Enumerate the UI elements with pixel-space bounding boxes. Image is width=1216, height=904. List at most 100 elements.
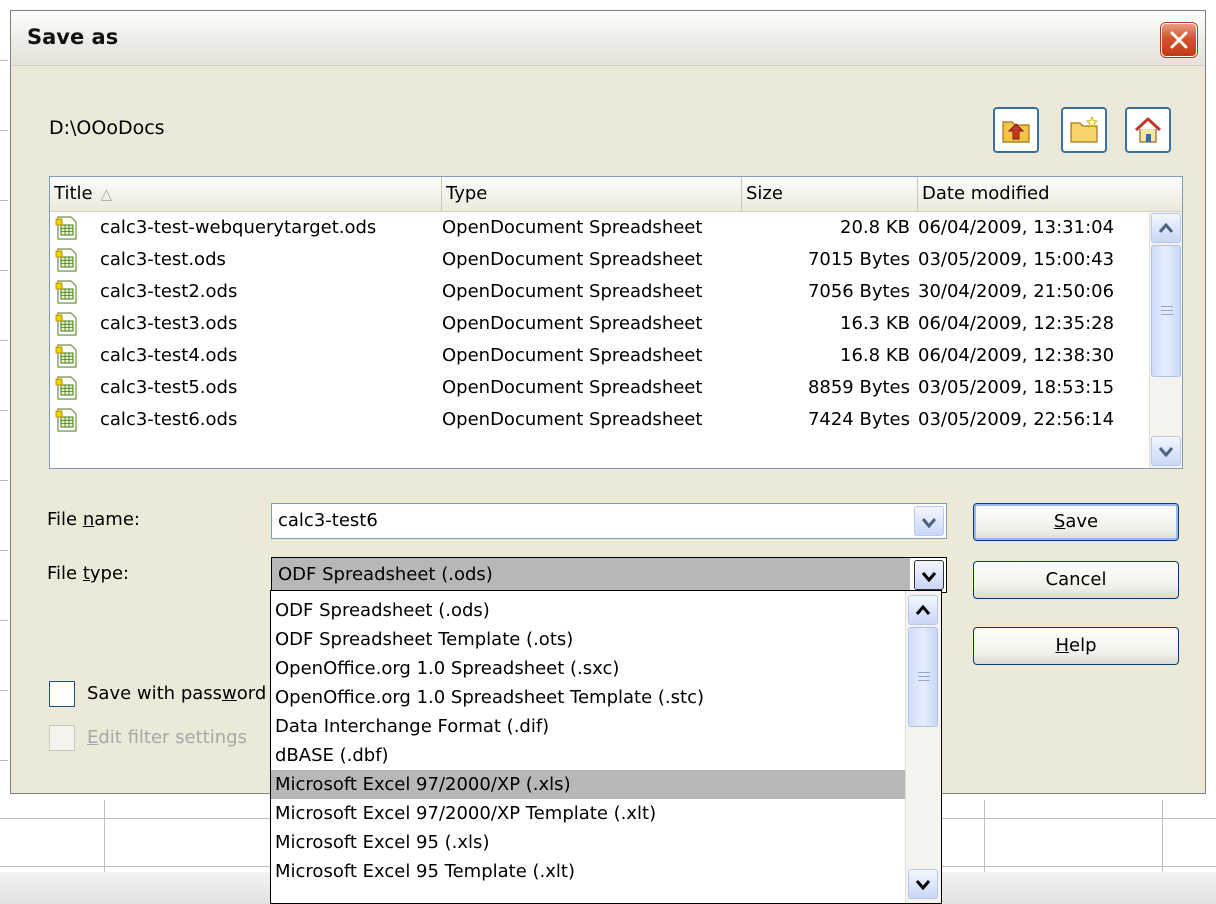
file-date-modified: 03/05/2009, 18:53:15: [918, 377, 1115, 398]
file-type: OpenDocument Spreadsheet: [442, 281, 703, 302]
chevron-down-icon: [921, 518, 937, 528]
file-row[interactable]: calc3-test6.ods OpenDocument Spreadsheet 7…: [50, 404, 1147, 436]
file-type-option[interactable]: Microsoft Excel 95 Template (.xlt): [271, 857, 905, 886]
file-title: calc3-test-webquerytarget.ods: [100, 217, 377, 238]
file-title: calc3-test2.ods: [100, 281, 238, 302]
file-date-modified: 03/05/2009, 15:00:43: [918, 249, 1115, 270]
column-header-type[interactable]: Type: [442, 177, 742, 211]
file-list[interactable]: Title △ Type Size Date modified calc3-tes…: [49, 176, 1183, 469]
file-row[interactable]: calc3-test3.ods OpenDocument Spreadsheet 1…: [50, 308, 1147, 340]
file-title: calc3-test4.ods: [100, 345, 238, 366]
file-name-combobox[interactable]: calc3-test6: [271, 503, 947, 539]
file-type-option[interactable]: OpenOffice.org 1.0 Spreadsheet (.sxc): [271, 654, 905, 683]
file-type: OpenDocument Spreadsheet: [442, 217, 703, 238]
file-type-option[interactable]: ODF Spreadsheet Template (.ots): [271, 625, 905, 654]
close-icon: [1170, 31, 1188, 49]
file-list-scrollbar[interactable]: [1149, 212, 1182, 468]
file-type-option[interactable]: Microsoft Excel 95 (.xls): [271, 828, 905, 857]
file-date-modified: 06/04/2009, 12:38:30: [918, 345, 1115, 366]
file-date-modified: 06/04/2009, 13:31:04: [918, 217, 1115, 238]
spreadsheet-file-icon: [55, 280, 77, 304]
file-name-input[interactable]: calc3-test6: [278, 504, 378, 538]
column-size-label: Size: [746, 183, 783, 204]
file-row[interactable]: calc3-test.ods OpenDocument Spreadsheet 70…: [50, 244, 1147, 276]
file-title: calc3-test.ods: [100, 249, 226, 270]
file-row[interactable]: calc3-test2.ods OpenDocument Spreadsheet 7…: [50, 276, 1147, 308]
chevron-up-icon: [915, 604, 931, 615]
file-type-option[interactable]: dBASE (.dbf): [271, 741, 905, 770]
cancel-button[interactable]: Cancel: [973, 561, 1179, 599]
sort-ascending-icon: △: [100, 185, 113, 203]
file-type-combobox[interactable]: ODF Spreadsheet (.ods): [271, 557, 947, 593]
home-icon: [1134, 117, 1162, 143]
file-list-header: Title △ Type Size Date modified: [50, 177, 1182, 212]
file-row[interactable]: calc3-test5.ods OpenDocument Spreadsheet 8…: [50, 372, 1147, 404]
file-date-modified: 30/04/2009, 21:50:06: [918, 281, 1115, 302]
spreadsheet-file-icon: [55, 408, 77, 432]
save-with-password-checkbox[interactable]: [49, 681, 75, 707]
spreadsheet-file-icon: [55, 376, 77, 400]
save-button[interactable]: Save: [973, 503, 1179, 541]
file-type: OpenDocument Spreadsheet: [442, 409, 703, 430]
dropdown-scroll-down-button[interactable]: [908, 869, 938, 899]
file-size: 20.8 KB: [840, 217, 910, 238]
create-new-folder-button[interactable]: [1061, 107, 1107, 153]
file-type-option[interactable]: Data Interchange Format (.dif): [271, 712, 905, 741]
file-size: 7056 Bytes: [807, 281, 910, 302]
dialog-title: Save as: [27, 25, 119, 49]
column-header-title[interactable]: Title △: [50, 177, 442, 211]
save-with-password-label[interactable]: Save with password: [87, 683, 271, 704]
file-title: calc3-test5.ods: [100, 377, 238, 398]
file-title: calc3-test6.ods: [100, 409, 238, 430]
dropdown-scroll-up-button[interactable]: [908, 595, 938, 625]
file-type-option[interactable]: Microsoft Excel 97/2000/XP (.xls): [271, 770, 905, 799]
file-type-label: File type:: [47, 563, 130, 584]
spreadsheet-file-icon: [55, 344, 77, 368]
file-size: 16.3 KB: [840, 313, 910, 334]
current-path: D:\OOoDocs: [49, 117, 165, 139]
spreadsheet-file-icon: [55, 248, 77, 272]
file-date-modified: 03/05/2009, 22:56:14: [918, 409, 1115, 430]
file-title: calc3-test3.ods: [100, 313, 238, 334]
background-row-markers: [0, 0, 10, 800]
file-type-dropdown-list[interactable]: ODF Spreadsheet (.ods) ODF Spreadsheet Te…: [270, 590, 942, 904]
scroll-up-button[interactable]: [1151, 213, 1181, 243]
file-size: 8859 Bytes: [807, 377, 910, 398]
scroll-down-button[interactable]: [1151, 436, 1181, 466]
title-bar: Save as: [11, 11, 1205, 66]
help-button[interactable]: Help: [973, 627, 1179, 665]
folder-up-icon: [1002, 121, 1030, 143]
column-header-date-modified[interactable]: Date modified: [918, 177, 1182, 211]
file-type-option[interactable]: ODF Spreadsheet (.ods): [271, 596, 905, 625]
dropdown-scrollbar[interactable]: [905, 591, 941, 903]
column-header-size[interactable]: Size: [742, 177, 918, 211]
chevron-up-icon: [1158, 222, 1174, 233]
file-type-option[interactable]: Microsoft Excel 97/2000/XP Template (.xl…: [271, 799, 905, 828]
dropdown-scroll-thumb[interactable]: [908, 627, 938, 727]
file-row[interactable]: calc3-test-webquerytarget.ods OpenDocumen…: [50, 212, 1147, 244]
default-directory-button[interactable]: [1125, 107, 1171, 153]
chevron-down-icon: [1158, 447, 1174, 457]
file-name-dropdown-button[interactable]: [914, 506, 944, 536]
column-type-label: Type: [446, 183, 488, 204]
file-type: OpenDocument Spreadsheet: [442, 345, 703, 366]
new-folder-icon: [1070, 115, 1098, 143]
file-type: OpenDocument Spreadsheet: [442, 313, 703, 334]
file-type-option[interactable]: OpenOffice.org 1.0 Spreadsheet Template …: [271, 683, 905, 712]
column-date-label: Date modified: [922, 183, 1050, 204]
file-row[interactable]: calc3-test4.ods OpenDocument Spreadsheet 1…: [50, 340, 1147, 372]
chevron-down-icon: [915, 880, 931, 890]
chevron-down-icon: [921, 572, 937, 582]
edit-filter-settings-label: Edit filter settings: [87, 727, 247, 748]
up-one-level-button[interactable]: [993, 107, 1039, 153]
file-type-dropdown-button[interactable]: [914, 560, 944, 590]
close-button[interactable]: [1161, 23, 1197, 57]
file-size: 16.8 KB: [840, 345, 910, 366]
column-title-label: Title: [54, 183, 93, 204]
file-type: OpenDocument Spreadsheet: [442, 377, 703, 398]
spreadsheet-file-icon: [55, 312, 77, 336]
scroll-thumb[interactable]: [1151, 245, 1181, 377]
file-name-label: File name:: [47, 509, 140, 530]
file-size: 7015 Bytes: [807, 249, 910, 270]
file-type-selected[interactable]: ODF Spreadsheet (.ods): [272, 558, 910, 592]
